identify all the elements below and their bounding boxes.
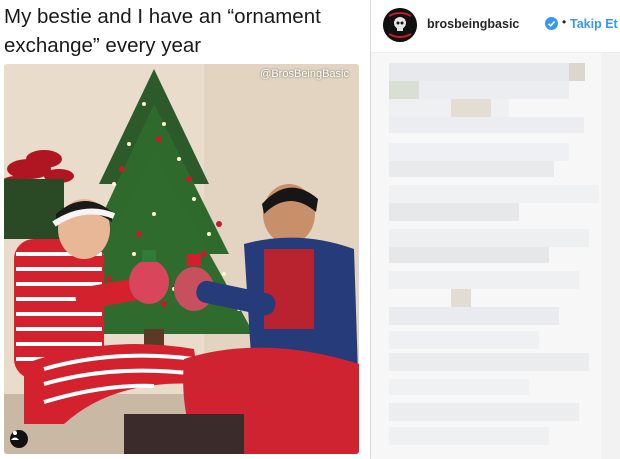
- photo-scene: [4, 64, 359, 454]
- tweet-caption: My bestie and I have an “ornament exchan…: [4, 5, 321, 57]
- watermark: @BrosBeingBasic: [260, 68, 349, 80]
- instagram-post-header: brosbeingbasic • Takip Et: [371, 0, 620, 53]
- verified-badge-icon: [545, 17, 558, 30]
- instagram-username[interactable]: brosbeingbasic: [427, 17, 519, 31]
- person-icon[interactable]: [10, 430, 28, 448]
- separator-dot: •: [562, 15, 567, 29]
- pixelated-content: [371, 53, 620, 459]
- follow-button[interactable]: Takip Et: [570, 17, 618, 31]
- skull-logo-icon[interactable]: [383, 8, 417, 42]
- post-photo[interactable]: @BrosBeingBasic: [4, 64, 359, 454]
